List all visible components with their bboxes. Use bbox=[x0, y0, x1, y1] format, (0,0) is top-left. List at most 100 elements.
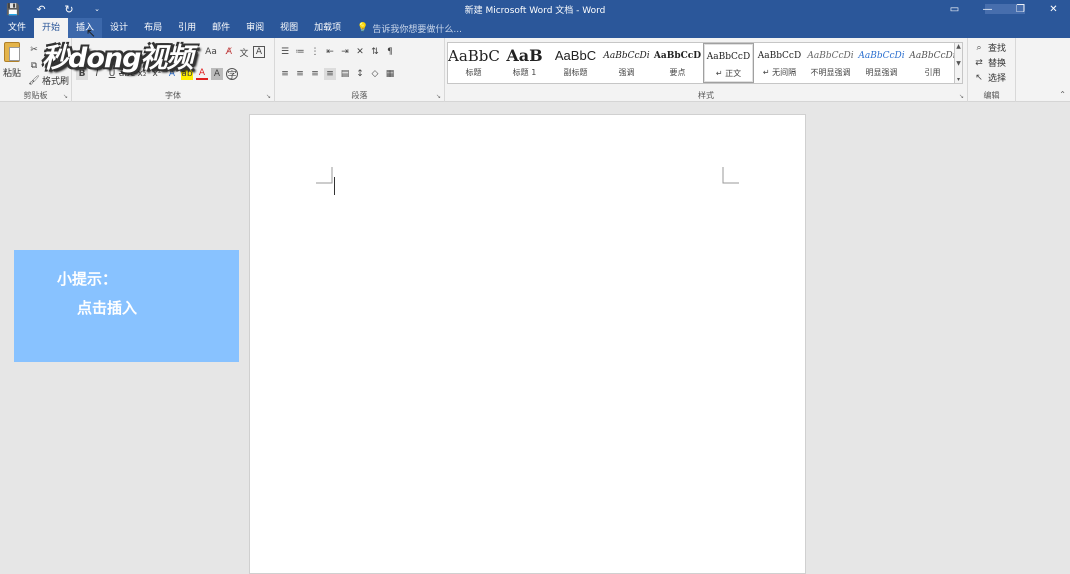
char-shading-icon[interactable]: A bbox=[211, 68, 223, 80]
font-group-label: 字体 bbox=[165, 91, 181, 100]
document-page[interactable] bbox=[249, 114, 806, 574]
clear-format-icon[interactable]: A̸ bbox=[223, 46, 235, 58]
chinese-layout-icon[interactable]: ✕ bbox=[354, 46, 366, 58]
margin-corner-top-left bbox=[316, 167, 333, 184]
find-label: 查找 bbox=[988, 44, 1007, 54]
tab-home[interactable]: 开始 bbox=[34, 18, 69, 38]
show-marks-icon[interactable]: ¶ bbox=[384, 46, 396, 58]
style-emphasis[interactable]: AaBbCcDi 强调 bbox=[601, 43, 652, 83]
format-painter-button[interactable]: 🖌 格式刷 bbox=[28, 74, 69, 88]
more-styles-icon[interactable]: ▾ bbox=[957, 76, 960, 83]
align-center-icon[interactable]: ≡ bbox=[294, 68, 306, 80]
sort-icon[interactable]: ⇅ bbox=[369, 46, 381, 58]
paragraph-launcher-icon[interactable]: ↘ bbox=[436, 93, 441, 100]
justify-icon[interactable]: ≡ bbox=[324, 68, 336, 80]
minimize-button[interactable]: — bbox=[971, 0, 1004, 18]
cut-button[interactable]: ✂ bbox=[28, 44, 40, 56]
chevron-up-icon[interactable]: ▲ bbox=[956, 43, 961, 50]
align-right-icon[interactable]: ≡ bbox=[309, 68, 321, 80]
tab-review[interactable]: 审阅 bbox=[238, 18, 272, 38]
style-intense-emphasis[interactable]: AaBbCcDi 明显强调 bbox=[856, 43, 907, 83]
style-subtle-emphasis[interactable]: AaBbCcDi 不明显强调 bbox=[805, 43, 856, 83]
close-button[interactable]: ✕ bbox=[1037, 0, 1070, 18]
copy-icon: ⧉ bbox=[30, 61, 38, 71]
tab-design[interactable]: 设计 bbox=[102, 18, 136, 38]
hint-title: 小提示： bbox=[57, 270, 118, 288]
align-left-icon[interactable]: ≡ bbox=[279, 68, 291, 80]
char-border-icon[interactable]: A bbox=[253, 46, 265, 58]
style-name: 要点 bbox=[669, 68, 686, 77]
ribbon-display-options-icon[interactable]: ▭ bbox=[938, 0, 971, 18]
collapse-ribbon-icon[interactable]: ⌃ bbox=[1059, 90, 1066, 99]
tab-view[interactable]: 视图 bbox=[272, 18, 306, 38]
text-cursor bbox=[334, 177, 335, 195]
style-title[interactable]: AaBbC 标题 bbox=[448, 43, 499, 83]
style-name: 引用 bbox=[924, 68, 941, 77]
multilevel-list-icon[interactable]: ⋮ bbox=[309, 46, 321, 58]
ribbon-tabs: 文件 开始 插入 设计 布局 引用 邮件 审阅 视图 加载项 💡 告诉我你想要做… bbox=[0, 18, 1070, 38]
restore-button[interactable]: ❐ bbox=[1004, 0, 1037, 18]
style-subtitle[interactable]: AaBbC 副标题 bbox=[550, 43, 601, 83]
lightbulb-icon: 💡 bbox=[357, 23, 369, 33]
watermark-logo: 秒dong视频 bbox=[42, 43, 193, 74]
style-sample: AaB bbox=[506, 46, 543, 65]
style-name: 标题 1 bbox=[512, 68, 537, 77]
replace-label: 替换 bbox=[988, 59, 1007, 69]
style-name: 明显强调 bbox=[865, 68, 898, 77]
hint-body: 点击插入 bbox=[77, 299, 138, 317]
tell-me-box[interactable]: 💡 告诉我你想要做什么... bbox=[357, 22, 462, 35]
replace-button[interactable]: ⇄ 替换 bbox=[973, 56, 1007, 70]
style-name: ↵ 无间隔 bbox=[762, 68, 797, 77]
styles-launcher-icon[interactable]: ↘ bbox=[959, 93, 964, 100]
font-row-1: Aa A̸ 文 A bbox=[202, 46, 265, 59]
editing-group-label: 编辑 bbox=[983, 91, 1000, 100]
tab-mailings[interactable]: 邮件 bbox=[204, 18, 238, 38]
shading-icon[interactable]: ◇ bbox=[369, 68, 381, 80]
style-heading1[interactable]: AaB 标题 1 bbox=[499, 43, 550, 83]
numbering-icon[interactable]: ≔ bbox=[294, 46, 306, 58]
phonetic-guide-icon[interactable]: 文 bbox=[238, 46, 250, 59]
style-name: 强调 bbox=[618, 68, 635, 77]
style-sample: AaBbC bbox=[554, 48, 597, 63]
enclose-char-icon[interactable]: 字 bbox=[226, 68, 238, 81]
clipboard-launcher-icon[interactable]: ↘ bbox=[63, 93, 68, 100]
window-controls: ▭ — ❐ ✕ bbox=[938, 0, 1070, 18]
replace-icon: ⇄ bbox=[975, 57, 983, 68]
style-sample: AaBbCcD bbox=[757, 51, 802, 61]
paragraph-row-2: ≡ ≡ ≡ ≡ ▤ ↕ ◇ ▦ bbox=[279, 68, 396, 80]
tab-addins[interactable]: 加载项 bbox=[306, 18, 349, 38]
style-sample: AaBbCcDi bbox=[858, 51, 905, 61]
hint-box: 小提示： 点击插入 bbox=[14, 250, 239, 362]
font-color-icon[interactable]: A bbox=[196, 68, 208, 80]
select-label: 选择 bbox=[988, 74, 1007, 84]
tab-layout[interactable]: 布局 bbox=[136, 18, 170, 38]
bullets-icon[interactable]: ☰ bbox=[279, 46, 291, 58]
change-case-button[interactable]: Aa bbox=[202, 46, 220, 58]
tab-references[interactable]: 引用 bbox=[170, 18, 204, 38]
style-quote[interactable]: AaBbCcDi 引用 bbox=[907, 43, 958, 83]
style-sample: AaBbCcDi bbox=[603, 51, 650, 61]
chevron-down-icon[interactable]: ▼ bbox=[956, 60, 961, 67]
paste-button[interactable]: 粘贴 bbox=[2, 42, 22, 79]
tab-file[interactable]: 文件 bbox=[0, 18, 34, 38]
decrease-indent-icon[interactable]: ⇤ bbox=[324, 46, 336, 58]
font-launcher-icon[interactable]: ↘ bbox=[266, 93, 271, 100]
styles-gallery: AaBbC 标题 AaB 标题 1 AaBbC 副标题 AaBbCcDi 强调 … bbox=[447, 42, 963, 84]
style-no-spacing[interactable]: AaBbCcD ↵ 无间隔 bbox=[754, 43, 805, 83]
select-button[interactable]: ↖ 选择 bbox=[973, 71, 1007, 85]
margin-corner-top-right bbox=[722, 167, 739, 184]
find-button[interactable]: ⌕ 查找 bbox=[973, 41, 1007, 55]
style-sample: AaBbCcD bbox=[653, 51, 702, 61]
distributed-icon[interactable]: ▤ bbox=[339, 68, 351, 80]
increase-indent-icon[interactable]: ⇥ bbox=[339, 46, 351, 58]
styles-gallery-scroll[interactable]: ▲ ▼ ▾ bbox=[954, 42, 963, 84]
style-normal[interactable]: AaBbCcD ↵ 正文 bbox=[703, 43, 754, 83]
select-arrow-icon: ↖ bbox=[975, 72, 983, 83]
borders-icon[interactable]: ▦ bbox=[384, 68, 396, 80]
paragraph-group-label: 段落 bbox=[351, 91, 368, 100]
title-bar: 💾 ↶ ↻ ⌄ 新建 Microsoft Word 文档 - Word ▭ — … bbox=[0, 0, 1070, 18]
line-spacing-icon[interactable]: ↕ bbox=[354, 68, 366, 80]
copy-button[interactable]: ⧉ bbox=[28, 60, 40, 72]
style-strong[interactable]: AaBbCcD 要点 bbox=[652, 43, 703, 83]
style-name: 标题 bbox=[465, 68, 482, 77]
